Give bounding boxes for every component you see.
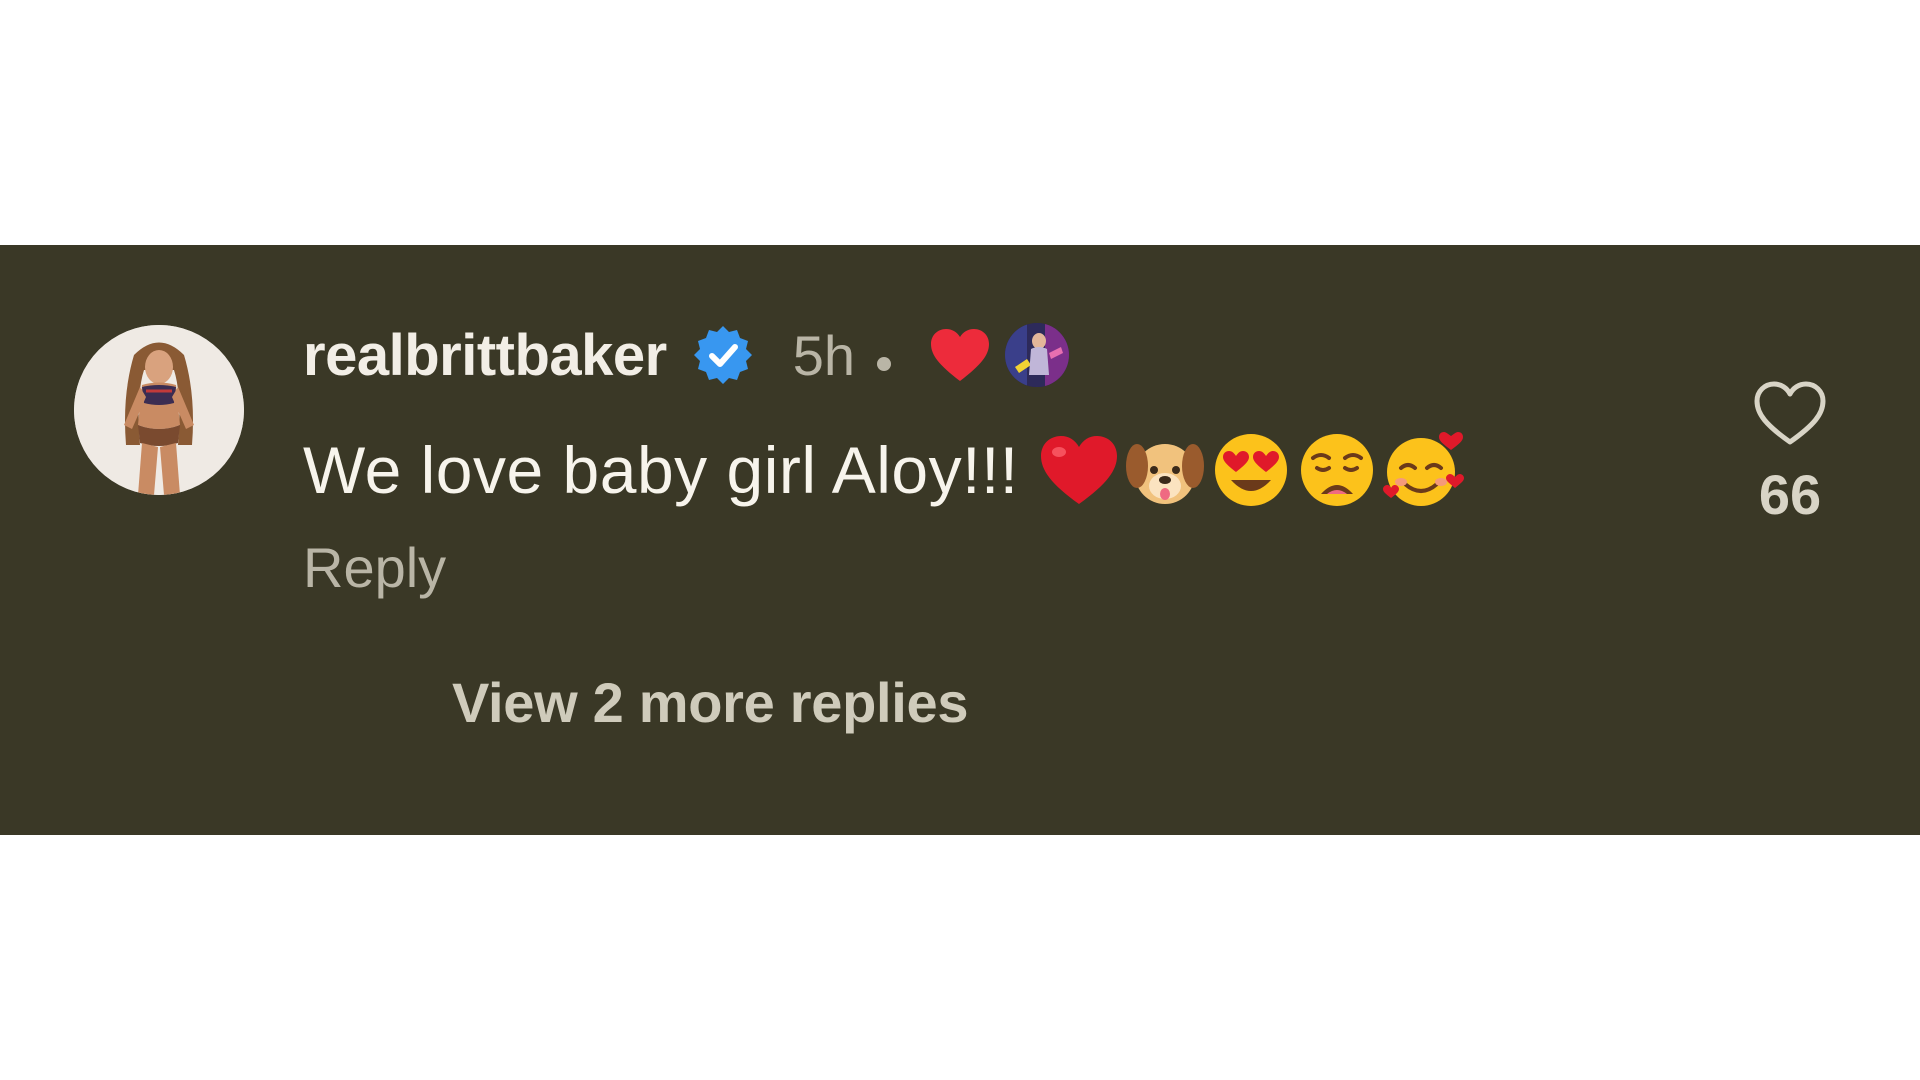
post-author-avatar [1005, 323, 1070, 387]
dog-face-icon [1123, 428, 1207, 512]
liked-by-author-heart-icon [929, 327, 991, 383]
red-heart-icon [1037, 428, 1121, 512]
like-count: 66 [1758, 463, 1822, 526]
separator-dot [877, 357, 892, 371]
smiling-face-with-hearts-icon [1381, 428, 1465, 512]
heart-eyes-face-icon [1209, 428, 1293, 512]
avatar-image [74, 325, 244, 495]
reply-button[interactable]: Reply [303, 535, 446, 600]
comment-body: We love baby girl Aloy!!! [303, 433, 1019, 507]
comment-text-row: We love baby girl Aloy!!! [303, 425, 1467, 515]
username-link[interactable]: realbrittbaker [303, 322, 667, 389]
verified-badge-icon [691, 323, 755, 387]
comment-header: realbrittbaker 5h [303, 315, 1070, 395]
like-area: 66 [1740, 380, 1840, 527]
comment-panel: realbrittbaker 5h We love baby girl Aloy… [0, 245, 1920, 835]
view-more-replies-link[interactable]: View 2 more replies [452, 670, 969, 735]
avatar[interactable] [74, 325, 244, 495]
timestamp: 5h [792, 323, 856, 387]
like-heart-outline-icon[interactable] [1752, 380, 1828, 448]
comment-emojis [1037, 428, 1467, 512]
weary-face-icon [1295, 428, 1379, 512]
